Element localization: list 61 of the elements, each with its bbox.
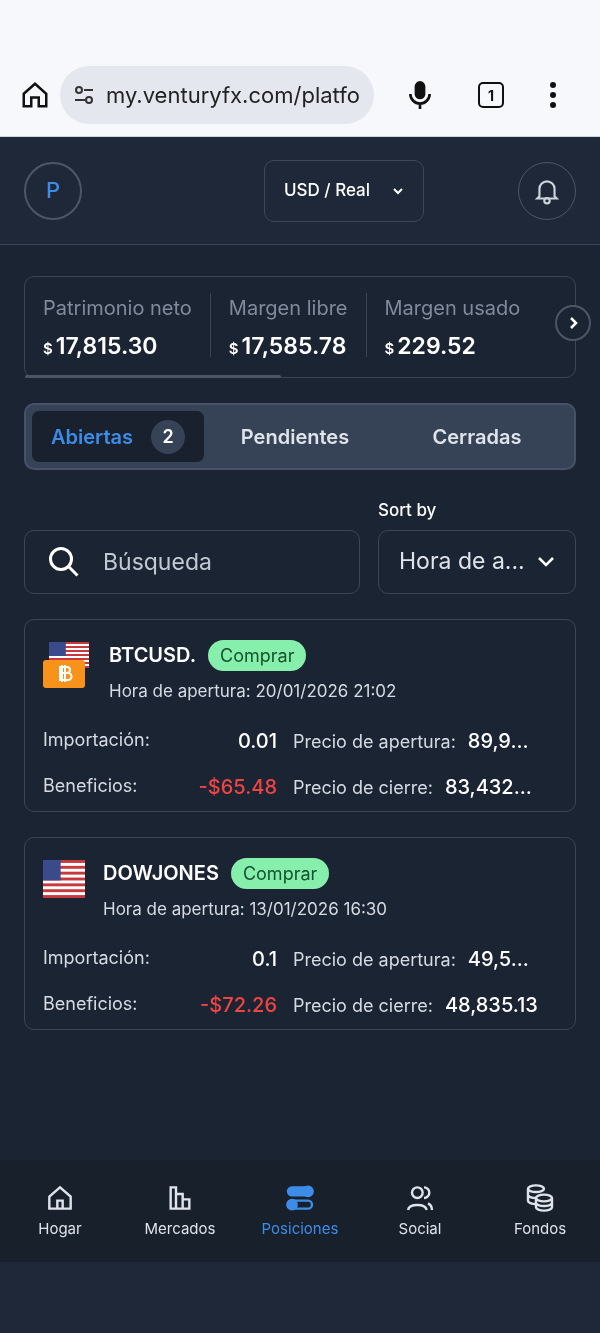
chevron-down-icon [392, 186, 405, 195]
more-menu-icon[interactable] [549, 82, 558, 108]
nav-item[interactable]: Mercados [120, 1181, 240, 1241]
side-badge: Comprar [230, 857, 330, 889]
symbol-name: DOWJONES [103, 860, 219, 887]
field-value: 48,835.13 [444, 992, 538, 1019]
open-time: Hora de apertura: 13/01/2026 16:30 [103, 897, 388, 921]
field-value: 0.1 [252, 946, 277, 973]
tab-count-button[interactable]: 1 [478, 82, 504, 108]
stat-value: 229.52 [397, 331, 476, 362]
stat-value: 17,585.78 [241, 331, 347, 362]
field-label: Beneficios: [43, 774, 138, 798]
coins-icon [524, 1181, 556, 1214]
nav-item[interactable]: Social [360, 1181, 480, 1241]
url-text: my.venturyfx.com/platfo [106, 80, 360, 110]
microphone-icon[interactable] [406, 80, 433, 110]
account-dropdown[interactable]: USD / Real [264, 159, 424, 222]
field-label: Precio de cierre: [293, 994, 433, 1018]
site-settings-icon [72, 83, 96, 107]
field-value: 83,432... [444, 774, 532, 801]
side-badge: Comprar [208, 639, 307, 671]
nav-item[interactable]: Fondos [480, 1181, 600, 1241]
count-badge: 2 [151, 419, 185, 454]
chevron-right-icon [568, 316, 578, 330]
field-value: -$72.26 [200, 992, 277, 1019]
field-value: 49,5... [467, 946, 529, 973]
sort-dropdown[interactable]: Hora de a... [378, 529, 576, 594]
position-card[interactable]: DOWJONES Comprar Hora de apertura: 13/01/2026 16:30 Importación: 0.1 Precio de apertura: 49,5... Beneficios: -$72.26 Precio de cierre: 48,835.13 [24, 836, 576, 1030]
address-bar[interactable]: my.venturyfx.com/platfo [60, 66, 374, 124]
currency-symbol: $ [228, 338, 239, 360]
avatar[interactable]: P [24, 161, 82, 220]
nav-item[interactable]: Hogar [0, 1181, 120, 1241]
tab[interactable]: Pendientes [204, 411, 386, 462]
currency-symbol: $ [43, 338, 53, 360]
search-field[interactable]: Búsqueda [24, 529, 360, 594]
stat-value: 17,815.30 [55, 331, 158, 362]
bitcoin-flag-icon [43, 639, 91, 688]
field-label: Precio de apertura: [293, 948, 456, 972]
scroll-right-button[interactable] [555, 305, 591, 341]
field-label: Importación: [43, 728, 150, 752]
tab[interactable]: Abiertas 2 [32, 411, 204, 462]
open-time: Hora de apertura: 20/01/2026 21:02 [109, 679, 397, 703]
chevron-down-icon [537, 555, 555, 568]
position-card[interactable]: BTCUSD. Comprar Hora de apertura: 20/01/2026 21:02 Importación: 0.01 Precio de apertura: 89,9... Beneficios: -$65.48 Precio de cierre: 83,432... [24, 618, 576, 812]
field-value: 0.01 [237, 728, 277, 755]
field-label: Precio de apertura: [293, 730, 456, 754]
sort-label: Sort by [378, 499, 438, 522]
stat-label: Margen usado [384, 295, 521, 322]
field-label: Beneficios: [43, 992, 138, 1016]
field-value: 89,9... [467, 728, 529, 755]
field-value: -$65.48 [198, 774, 277, 801]
stat-label: Margen libre [228, 295, 348, 322]
field-label: Importación: [43, 946, 150, 970]
currency-symbol: $ [384, 338, 395, 360]
field-label: Precio de cierre: [293, 776, 433, 800]
symbol-name: BTCUSD. [109, 642, 197, 669]
nav-item[interactable]: Posiciones [240, 1181, 360, 1241]
us-flag-icon [43, 857, 85, 900]
home-icon[interactable] [20, 80, 50, 110]
stat-label: Patrimonio neto [43, 295, 192, 322]
tab[interactable]: Cerradas [386, 411, 568, 462]
